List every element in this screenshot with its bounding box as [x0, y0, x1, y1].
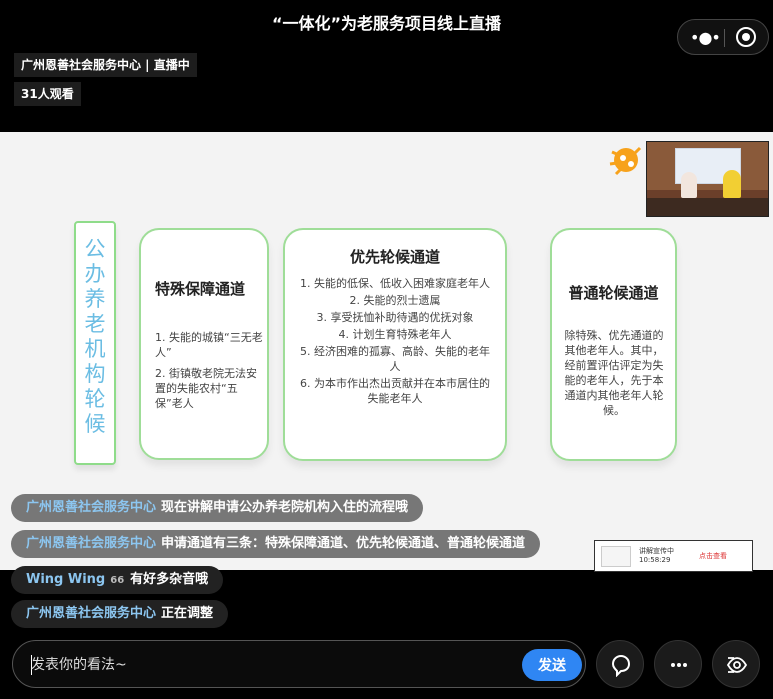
- special-channel-item: 1. 失能的城镇“三无老人”: [155, 331, 263, 359]
- comment-composer[interactable]: 发送: [12, 640, 586, 688]
- send-button[interactable]: 发送: [522, 649, 582, 681]
- priority-channel-list: 1. 失能的低保、低收入困难家庭老年人 2. 失能的烈士遗属 3. 享受抚恤补助…: [299, 276, 491, 408]
- special-channel-title: 特殊保障通道: [155, 280, 246, 298]
- priority-channel-title: 优先轮候通道: [349, 248, 440, 266]
- card-line1: 讲解宣传中: [639, 547, 674, 555]
- eye-view-icon[interactable]: [725, 653, 749, 677]
- chat-username[interactable]: 广州恩善社会服务中心: [26, 606, 156, 621]
- capsule-divider: [724, 29, 725, 47]
- host-status-tag[interactable]: 广州恩善社会服务中心 | 直播中: [14, 53, 197, 77]
- comment-bubble-button[interactable]: [596, 640, 644, 688]
- pip-speaker-1: [681, 172, 697, 198]
- special-channel-list: 1. 失能的城镇“三无老人” 2. 街镇敬老院无法安置的失能农村“五保”老人: [155, 330, 265, 411]
- card-text: 讲解宣传中 10:58:29: [639, 547, 674, 565]
- view-settings-button[interactable]: [712, 640, 760, 688]
- chat-username[interactable]: 广州恩善社会服务中心: [26, 536, 156, 551]
- more-dots-icon[interactable]: •●•: [690, 28, 721, 47]
- floating-info-card[interactable]: 讲解宣传中 10:58:29 点击查看: [594, 540, 753, 572]
- pip-speaker-2: [723, 170, 741, 198]
- user-badge: 66: [110, 575, 125, 586]
- priority-channel-item: 2. 失能的烈士遗属: [349, 294, 441, 307]
- priority-channel-item: 5. 经济困难的孤寡、高龄、失能的老年人: [300, 345, 490, 373]
- chat-message[interactable]: 广州恩善社会服务中心 申请通道有三条：特殊保障通道、优先轮候通道、普通轮候通道: [11, 530, 541, 558]
- normal-channel-title: 普通轮候通道: [568, 284, 659, 302]
- slide-vertical-title: 公办养老机构轮候: [84, 237, 106, 436]
- priority-channel-item: 1. 失能的低保、低收入困难家庭老年人: [300, 277, 490, 290]
- normal-channel-body: 除特殊、优先通道的其他老年人。其中，经前置评估评定为失能的老年人，先于本通道内其…: [564, 329, 664, 417]
- priority-channel-item: 4. 计划生育特殊老年人: [338, 328, 452, 341]
- live-header: “一体化”为老服务项目线上直播 •●• 广州恩善社会服务中心 | 直播中 31人…: [0, 0, 773, 132]
- chat-message[interactable]: Wing Wing 66 有好多杂音哦: [11, 566, 224, 594]
- pip-desk: [647, 198, 768, 216]
- more-options-button[interactable]: [654, 640, 702, 688]
- priority-channel-card: 优先轮候通道 1. 失能的低保、低收入困难家庭老年人 2. 失能的烈士遗属 3.…: [283, 228, 507, 461]
- viewer-count-tag: 31人观看: [14, 82, 81, 106]
- priority-channel-item: 3. 享受抚恤补助待遇的优抚对象: [316, 311, 474, 324]
- comment-bubble-icon[interactable]: [609, 653, 633, 677]
- normal-channel-card: 普通轮候通道 除特殊、优先通道的其他老年人。其中，经前置评估评定为失能的老年人，…: [550, 228, 677, 461]
- chat-username[interactable]: 广州恩善社会服务中心: [26, 500, 156, 515]
- slide-vertical-title-box: 公办养老机构轮候: [74, 221, 116, 465]
- picture-in-picture-video[interactable]: [646, 141, 769, 217]
- card-thumbnail: [601, 546, 631, 567]
- priority-channel-item: 6. 为本市作出杰出贡献并在本市居住的失能老年人: [300, 377, 490, 405]
- chat-message[interactable]: 广州恩善社会服务中心 正在调整: [11, 600, 229, 628]
- chat-text: 正在调整: [161, 606, 214, 621]
- special-channel-card: 特殊保障通道 1. 失能的城镇“三无老人” 2. 街镇敬老院无法安置的失能农村“…: [139, 228, 269, 460]
- organization-logo-icon: [609, 146, 642, 176]
- chat-text: 有好多杂音哦: [130, 572, 209, 587]
- card-link[interactable]: 点击查看: [699, 551, 727, 561]
- mini-program-capsule[interactable]: •●•: [677, 19, 769, 55]
- target-circle-icon[interactable]: [736, 27, 756, 47]
- chat-text: 现在讲解申请公办养老院机构入住的流程哦: [161, 500, 409, 515]
- card-line2: 10:58:29: [639, 556, 671, 564]
- ellipsis-icon[interactable]: [667, 653, 691, 677]
- chat-username[interactable]: Wing Wing: [26, 572, 105, 587]
- special-channel-item: 2. 街镇敬老院无法安置的失能农村“五保”老人: [155, 367, 257, 410]
- live-title: “一体化”为老服务项目线上直播: [271, 14, 502, 33]
- chat-text: 申请通道有三条：特殊保障通道、优先轮候通道、普通轮候通道: [161, 536, 526, 551]
- comment-input[interactable]: [31, 649, 511, 681]
- chat-message[interactable]: 广州恩善社会服务中心 现在讲解申请公办养老院机构入住的流程哦: [11, 494, 424, 522]
